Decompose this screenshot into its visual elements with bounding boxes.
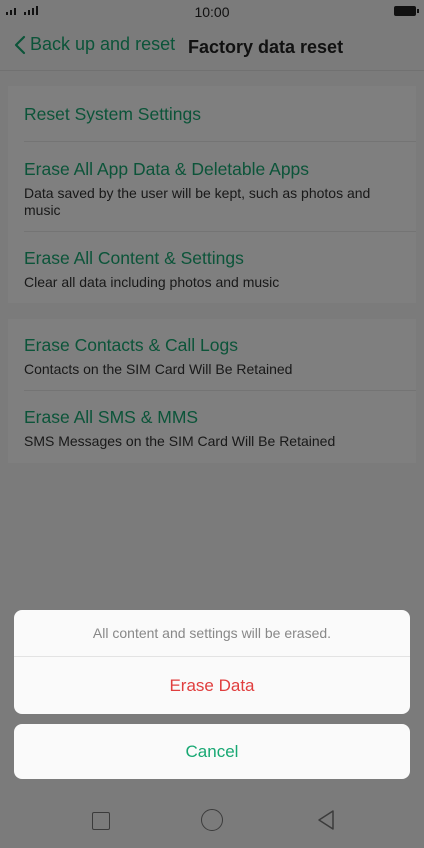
confirm-dialog: All content and settings will be erased.… [14, 610, 410, 714]
erase-data-button[interactable]: Erase Data [14, 657, 410, 714]
dim-overlay[interactable] [0, 0, 424, 848]
dialog-message: All content and settings will be erased. [14, 610, 410, 657]
cancel-button[interactable]: Cancel [14, 724, 410, 779]
